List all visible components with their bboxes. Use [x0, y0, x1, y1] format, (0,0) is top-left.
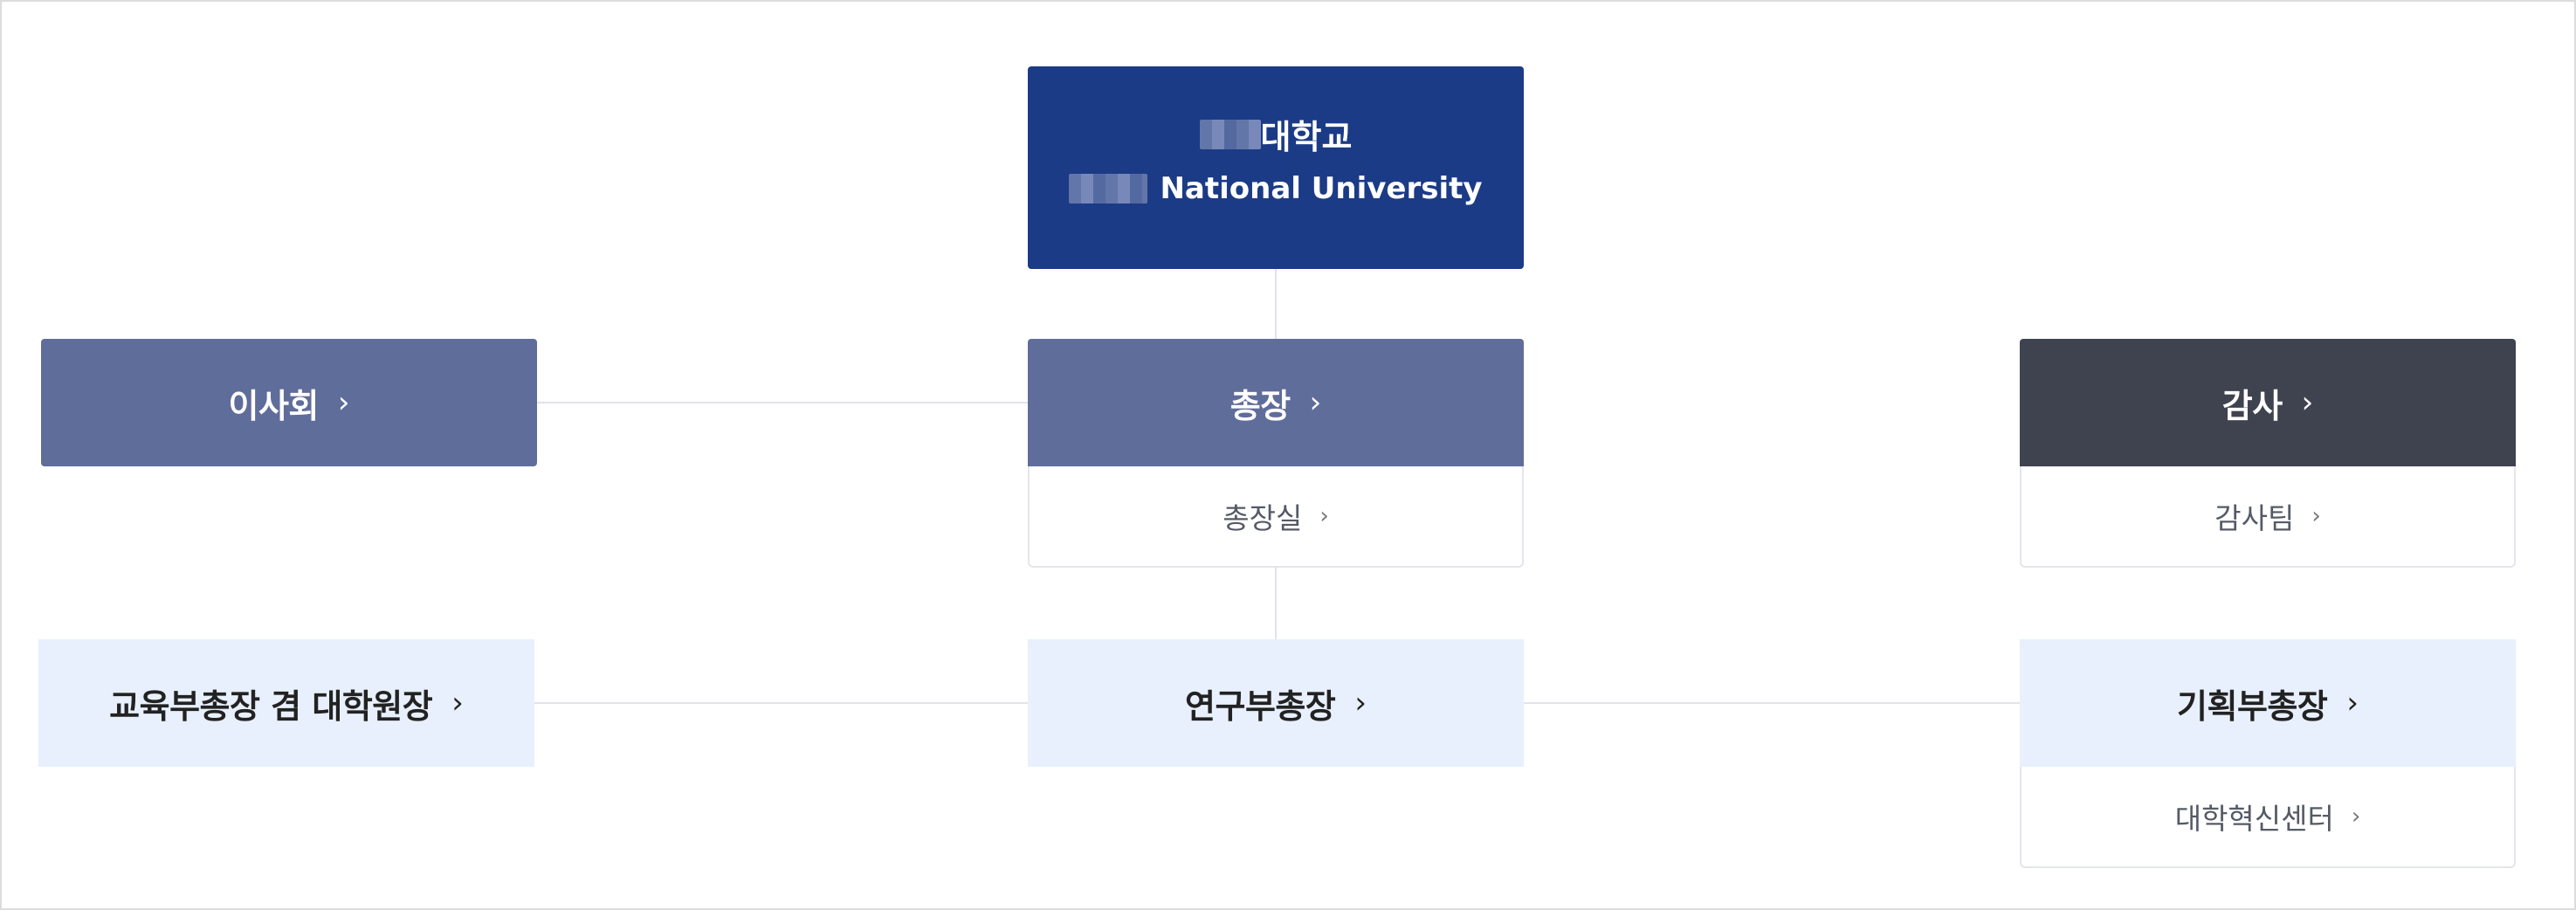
audit-team-link[interactable]: 감사팀 › [2020, 466, 2516, 568]
university-name-ko: 대학교 [1260, 118, 1353, 156]
audit-team-label: 감사팀 [2214, 501, 2295, 535]
innovation-center-link[interactable]: 대학혁신센터 › [2020, 767, 2516, 868]
board-label: 이사회 [228, 386, 320, 425]
org-chart: 대학교 National University 이사회 › 총장 › 총장실 ›… [0, 0, 2576, 910]
board-button[interactable]: 이사회 › [41, 339, 537, 466]
vp-education-button[interactable]: 교육부총장 겸 대학원장 › [38, 639, 534, 767]
connector-root-president [1275, 269, 1277, 339]
board-node: 이사회 › [41, 339, 537, 466]
president-button[interactable]: 총장 › [1028, 339, 1524, 466]
audit-label: 감사 [2221, 386, 2283, 425]
vp-research-label: 연구부총장 [1185, 686, 1336, 726]
chevron-right-icon: › [1319, 503, 1329, 529]
connector-board-president [537, 402, 1028, 403]
president-office-label: 총장실 [1223, 501, 1303, 535]
university-root-box: 대학교 National University [1028, 66, 1524, 269]
vp-research-node: 연구부총장 › [1028, 639, 1524, 767]
president-label: 총장 [1229, 386, 1291, 425]
audit-node: 감사 › 감사팀 › [2020, 339, 2516, 568]
vp-planning-button[interactable]: 기획부총장 › [2020, 639, 2516, 767]
vp-education-label: 교육부총장 겸 대학원장 [109, 686, 433, 726]
chevron-right-icon: › [1354, 686, 1367, 720]
audit-button[interactable]: 감사 › [2020, 339, 2516, 466]
chevron-right-icon: › [337, 385, 350, 420]
redacted-mark [1199, 119, 1261, 149]
connector-vp-left [534, 702, 1028, 704]
chevron-right-icon: › [2351, 803, 2361, 830]
redacted-mark [1069, 174, 1148, 203]
connector-vp-right [1524, 702, 2020, 704]
chevron-right-icon: › [2301, 385, 2314, 420]
president-node: 총장 › 총장실 › [1028, 339, 1524, 568]
vp-planning-node: 기획부총장 › 대학혁신센터 › [2020, 639, 2516, 868]
chevron-right-icon: › [2346, 686, 2359, 720]
vp-research-button[interactable]: 연구부총장 › [1028, 639, 1524, 767]
vp-education-node: 교육부총장 겸 대학원장 › [38, 639, 534, 767]
chevron-right-icon: › [1309, 385, 1322, 420]
chevron-right-icon: › [2311, 503, 2321, 529]
chevron-right-icon: › [451, 686, 464, 720]
university-name-en: National University [1160, 171, 1483, 206]
vp-planning-label: 기획부총장 [2177, 686, 2328, 726]
president-office-link[interactable]: 총장실 › [1028, 466, 1524, 568]
connector-president-vp [1275, 566, 1277, 639]
innovation-center-label: 대학혁신센터 [2174, 802, 2334, 836]
